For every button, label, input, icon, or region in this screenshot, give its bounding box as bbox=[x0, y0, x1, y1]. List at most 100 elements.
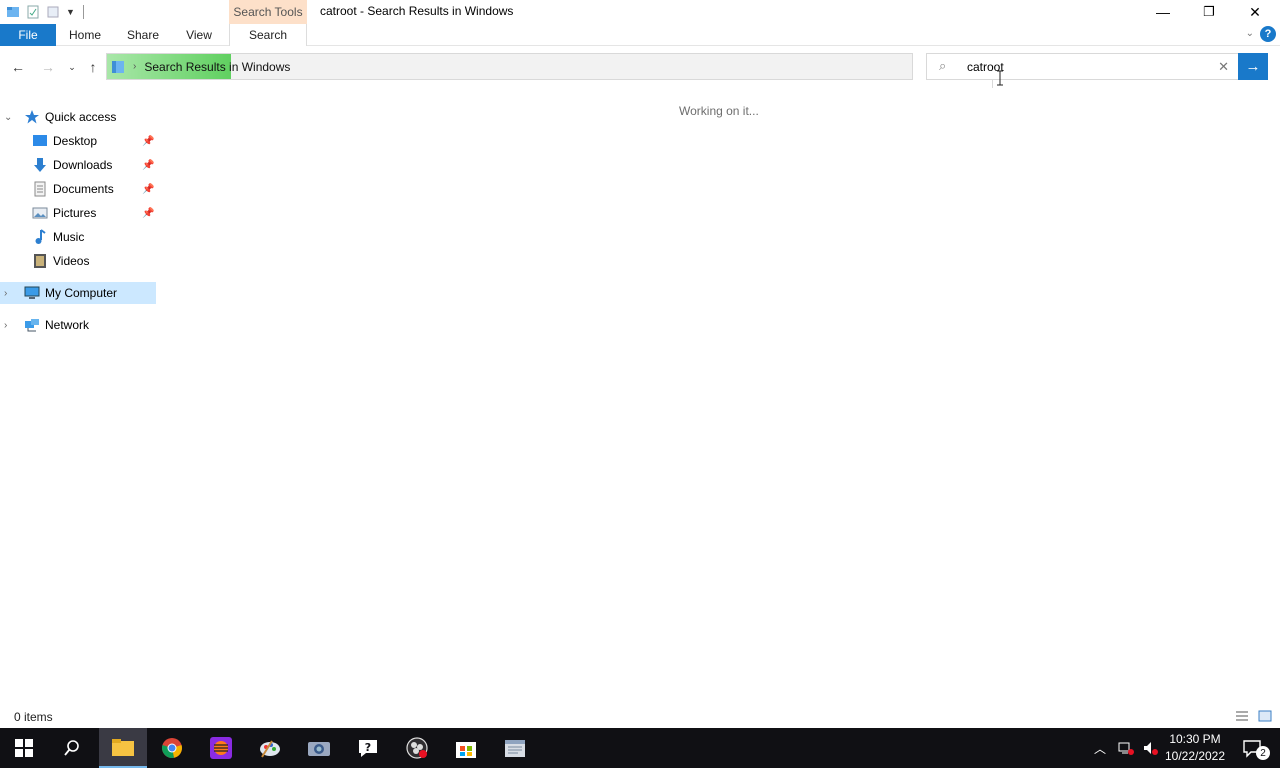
store-icon bbox=[456, 742, 476, 758]
item-count: 0 items bbox=[14, 710, 53, 724]
collapsed-chevron-icon[interactable]: › bbox=[4, 288, 7, 299]
network-icon bbox=[25, 319, 39, 332]
clock[interactable]: 10:30 PM 10/22/2022 bbox=[1162, 731, 1228, 765]
show-hidden-icons-icon[interactable]: ︿ bbox=[1094, 740, 1106, 757]
close-icon: ✕ bbox=[1249, 3, 1261, 20]
search-tools-context-label: Search Tools bbox=[229, 0, 307, 24]
taskbar-chrome[interactable] bbox=[148, 728, 196, 768]
search-results-folder-icon bbox=[112, 60, 124, 73]
breadcrumb-separator-icon[interactable]: › bbox=[133, 61, 136, 72]
taskbar-camera[interactable] bbox=[295, 728, 343, 768]
restore-icon: ❐ bbox=[1203, 4, 1215, 19]
clear-search-icon[interactable]: ✕ bbox=[1218, 59, 1229, 75]
taskbar-paint[interactable] bbox=[246, 728, 294, 768]
system-tray: ︿ bbox=[1094, 728, 1159, 768]
notification-count: 2 bbox=[1256, 746, 1270, 760]
obs-icon bbox=[406, 737, 428, 759]
expanded-chevron-icon[interactable]: ⌄ bbox=[4, 112, 12, 123]
nav-item-label: My Computer bbox=[45, 286, 118, 300]
tab-view[interactable]: View bbox=[176, 24, 222, 46]
taskbar-search-button[interactable] bbox=[48, 728, 96, 768]
nav-item-videos[interactable]: Videos bbox=[0, 250, 156, 272]
collapsed-chevron-icon[interactable]: › bbox=[4, 320, 7, 331]
pin-icon[interactable]: 📌 bbox=[142, 160, 154, 171]
taskbar-obs[interactable] bbox=[393, 728, 441, 768]
tab-search[interactable]: Search bbox=[229, 24, 307, 46]
nav-item-pictures[interactable]: Pictures 📌 bbox=[0, 202, 156, 224]
tab-share[interactable]: Share bbox=[118, 24, 168, 46]
address-content: › Search Results in Windows bbox=[111, 54, 290, 79]
clock-date: 10/22/2022 bbox=[1164, 749, 1226, 763]
nav-item-label: Music bbox=[53, 230, 85, 244]
chrome-icon bbox=[162, 738, 182, 758]
clock-time: 10:30 PM bbox=[1169, 732, 1221, 746]
videos-icon bbox=[34, 254, 46, 268]
music-icon bbox=[35, 229, 46, 244]
windows-start-icon bbox=[15, 739, 33, 757]
pin-icon[interactable]: 📌 bbox=[142, 136, 154, 147]
recent-locations-button[interactable]: ⌄ bbox=[62, 57, 82, 77]
tab-home[interactable]: Home bbox=[60, 24, 110, 46]
forward-arrow-icon: → bbox=[41, 59, 55, 75]
nav-item-music[interactable]: Music bbox=[0, 226, 156, 248]
volume-muted-icon[interactable] bbox=[1142, 740, 1159, 756]
search-icon bbox=[64, 740, 79, 756]
nav-item-label: Desktop bbox=[53, 134, 98, 148]
nav-item-label: Quick access bbox=[45, 110, 117, 124]
properties-icon[interactable] bbox=[26, 5, 40, 19]
start-button[interactable] bbox=[0, 728, 48, 768]
forward-button[interactable]: → bbox=[38, 57, 58, 77]
minimize-button[interactable]: — bbox=[1140, 0, 1186, 24]
nav-quick-access[interactable]: ⌄ Quick access bbox=[0, 106, 156, 128]
expand-ribbon-icon[interactable]: ⌄ bbox=[1246, 28, 1254, 39]
breadcrumb-search-results[interactable]: Search Results in Windows bbox=[144, 60, 290, 74]
documents-icon bbox=[34, 181, 46, 197]
help-icon[interactable]: ? bbox=[1260, 26, 1276, 42]
network-status-icon[interactable] bbox=[1118, 740, 1135, 756]
app2-icon bbox=[505, 740, 525, 757]
nav-item-network[interactable]: › Network bbox=[0, 314, 156, 336]
large-icons-view-icon[interactable] bbox=[1257, 709, 1273, 723]
nav-item-my-computer[interactable]: › My Computer bbox=[0, 282, 156, 304]
search-go-button[interactable]: → bbox=[1238, 53, 1268, 80]
taskbar-get-help[interactable]: ? bbox=[344, 728, 392, 768]
close-button[interactable]: ✕ bbox=[1232, 0, 1278, 24]
svg-text:?: ? bbox=[365, 741, 371, 754]
minimize-icon: — bbox=[1156, 4, 1170, 20]
nav-item-documents[interactable]: Documents 📌 bbox=[0, 178, 156, 200]
customize-qat-icon[interactable]: ▼ bbox=[66, 7, 75, 17]
up-button[interactable]: ↑ bbox=[83, 57, 103, 77]
nav-item-downloads[interactable]: Downloads 📌 bbox=[0, 154, 156, 176]
window-title: catroot - Search Results in Windows bbox=[320, 4, 514, 18]
back-button[interactable]: ← bbox=[8, 57, 28, 77]
taskbar-file-explorer[interactable] bbox=[99, 728, 147, 768]
downloads-icon bbox=[34, 158, 46, 172]
address-bar[interactable]: › Search Results in Windows ⌄ ✕ bbox=[106, 53, 1012, 88]
ribbon-tabs: File Home Share View Search ⌄ ? bbox=[0, 24, 1280, 46]
chevron-down-icon: ⌄ bbox=[68, 61, 76, 72]
nav-item-label: Pictures bbox=[53, 206, 97, 220]
action-center-button[interactable]: 2 bbox=[1232, 728, 1272, 768]
nav-item-desktop[interactable]: Desktop 📌 bbox=[0, 130, 156, 152]
desktop-icon bbox=[33, 135, 47, 146]
computer-icon bbox=[24, 286, 40, 299]
taskbar: ? ︿ 10:30 PM 10/22/2022 2 bbox=[0, 728, 1280, 768]
search-status-message: Working on it... bbox=[679, 104, 759, 118]
status-bar: 0 items bbox=[0, 706, 1280, 728]
restore-button[interactable]: ❐ bbox=[1186, 0, 1232, 24]
taskbar-app2[interactable] bbox=[491, 728, 539, 768]
paint-icon bbox=[260, 740, 280, 758]
pin-icon[interactable]: 📌 bbox=[142, 184, 154, 195]
folder-icon[interactable] bbox=[6, 5, 20, 19]
details-view-icon[interactable] bbox=[1234, 709, 1250, 723]
nav-item-label: Network bbox=[45, 318, 90, 332]
arrow-right-icon: → bbox=[1245, 58, 1261, 75]
taskbar-app[interactable] bbox=[197, 728, 245, 768]
new-folder-icon[interactable] bbox=[46, 5, 60, 19]
pin-icon[interactable]: 📌 bbox=[142, 208, 154, 219]
tab-file[interactable]: File bbox=[0, 24, 56, 46]
taskbar-store[interactable] bbox=[442, 728, 490, 768]
file-explorer-icon bbox=[112, 739, 134, 756]
nav-item-label: Downloads bbox=[53, 158, 113, 172]
search-box[interactable]: ⌕ catroot ✕ bbox=[926, 53, 1240, 80]
